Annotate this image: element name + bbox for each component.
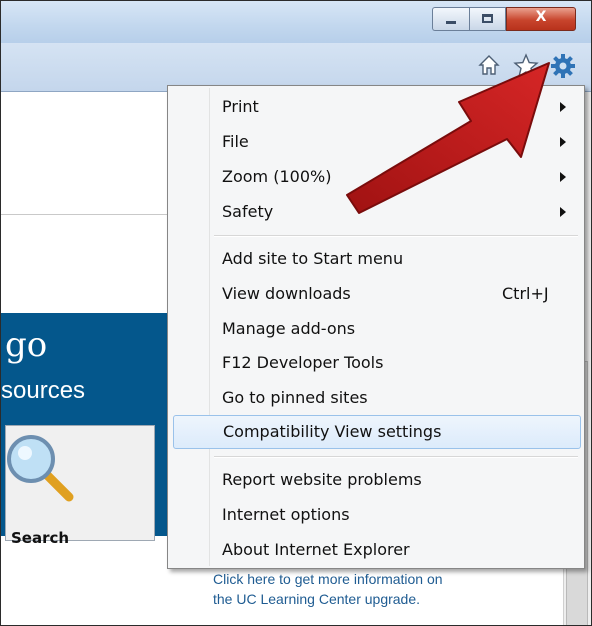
browser-window: X go sources Search Click here to get mo… [0,0,592,626]
menu-item-label: Safety [222,202,274,221]
menu-item-manage-addons[interactable]: Manage add-ons [176,314,576,344]
menu-item-internet-options[interactable]: Internet options [176,500,576,530]
menu-item-label: About Internet Explorer [222,540,410,559]
menu-item-pinned-sites[interactable]: Go to pinned sites [176,383,576,413]
menu-item-label: Print [222,97,259,116]
menu-item-label: Zoom (100%) [222,167,332,186]
menu-item-view-downloads[interactable]: View downloads Ctrl+J [176,279,576,309]
menu-item-compatibility-view[interactable]: Compatibility View settings [173,415,581,449]
menu-item-label: Manage add-ons [222,319,356,338]
minimize-button[interactable] [432,7,469,31]
banner-subtitle: sources [1,377,86,404]
menu-item-shortcut: Ctrl+J [502,284,549,303]
menu-separator [214,456,578,458]
maximize-icon [482,14,493,23]
minimize-icon [446,21,456,24]
banner-title: go [5,325,48,365]
maximize-button[interactable] [469,7,506,31]
menu-item-label: File [222,132,249,151]
menu-item-label: Compatibility View settings [223,422,442,441]
menu-item-label: Report website problems [222,470,422,489]
page-header-area [1,92,169,214]
red-arrow-annotation [346,62,550,214]
title-bar: X [1,1,591,43]
menu-item-label: View downloads [222,284,351,303]
menu-item-about[interactable]: About Internet Explorer [176,535,576,565]
close-icon: X [535,9,547,25]
menu-item-label: Internet options [222,505,350,524]
menu-item-label: Go to pinned sites [222,388,368,407]
menu-item-developer-tools[interactable]: F12 Developer Tools [176,348,576,378]
close-button[interactable]: X [506,7,576,31]
menu-item-report-problems[interactable]: Report website problems [176,465,576,495]
menu-item-label: F12 Developer Tools [222,353,384,372]
menu-item-add-site[interactable]: Add site to Start menu [176,244,576,274]
search-label[interactable]: Search [11,529,69,547]
search-icon [7,435,74,502]
upgrade-link[interactable]: Click here to get more information on th… [213,569,463,609]
menu-separator [214,235,578,237]
menu-item-label: Add site to Start menu [222,249,404,268]
